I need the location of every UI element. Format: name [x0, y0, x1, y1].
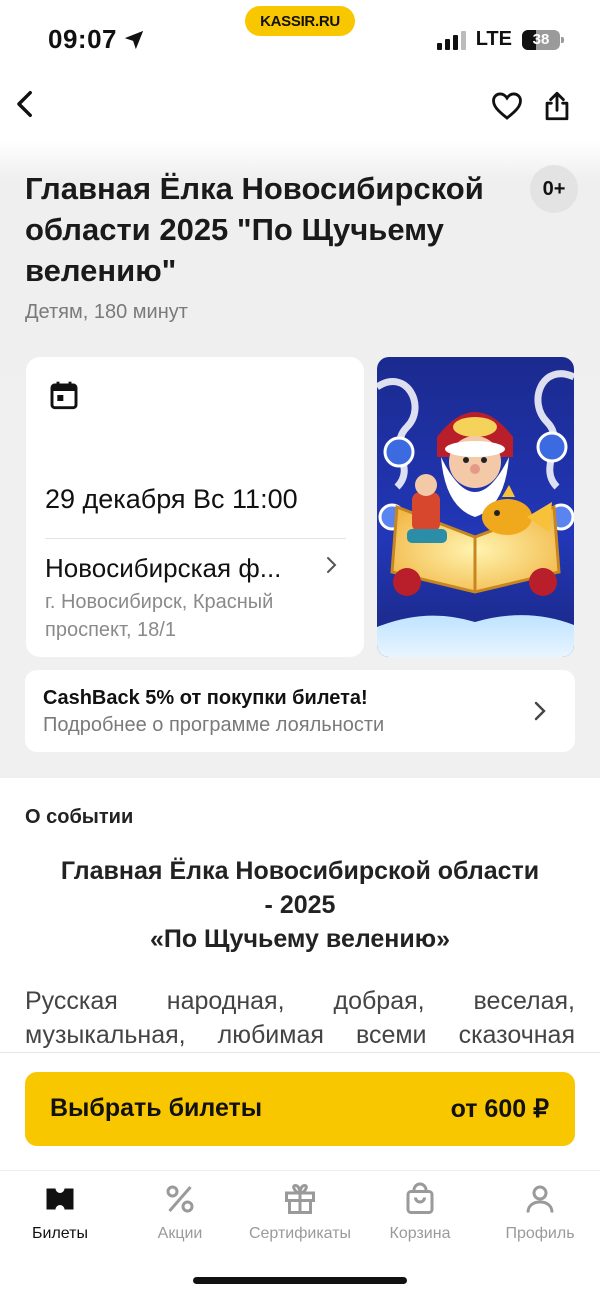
back-button[interactable] — [6, 84, 46, 124]
tab-certificates[interactable]: Сертификаты — [240, 1181, 360, 1243]
favorite-button[interactable] — [487, 86, 527, 126]
cta-label: Выбрать билеты — [50, 1094, 263, 1122]
event-date: 29 декабря Вс 11:00 — [45, 484, 298, 514]
chevron-right-icon — [534, 701, 546, 721]
share-icon — [545, 91, 569, 121]
bag-icon — [406, 1182, 434, 1214]
tab-promotions[interactable]: Акции — [120, 1181, 240, 1243]
choose-tickets-button[interactable]: Выбрать билеты от 600 ₽ — [25, 1072, 575, 1146]
tab-profile[interactable]: Профиль — [480, 1181, 600, 1243]
battery-icon: 38 — [522, 29, 564, 50]
profile-icon — [526, 1185, 554, 1213]
cashback-banner[interactable]: CashBack 5% от покупки билета! Подробнее… — [25, 670, 575, 752]
percent-icon — [166, 1185, 194, 1213]
brand-pill[interactable]: KASSIR.RU — [245, 6, 355, 36]
event-poster-image[interactable] — [377, 357, 574, 657]
ticket-icon — [46, 1188, 74, 1210]
share-button[interactable] — [537, 86, 577, 126]
location-arrow-icon — [124, 30, 144, 49]
venue-address: г. Новосибирск, Красный проспект, 18/1 — [45, 591, 274, 641]
divider — [45, 538, 346, 539]
section-title-about: О событии — [25, 806, 134, 828]
venue-link[interactable]: Новосибирская ф... — [45, 553, 315, 584]
nav-bar — [0, 80, 600, 134]
about-description: Русская народная, добрая, веселая, музык… — [25, 987, 575, 1049]
event-title: Главная Ёлка Новосибирской области 2025 … — [25, 171, 484, 288]
home-indicator[interactable] — [193, 1277, 407, 1284]
tab-cart[interactable]: Корзина — [360, 1181, 480, 1243]
cashback-title: CashBack 5% от покупки билета! — [43, 687, 368, 709]
poster-illustration — [377, 357, 574, 657]
cashback-subtitle: Подробнее о программе лояльности — [43, 714, 385, 736]
about-heading: Главная Ёлка Новосибирской области - 202… — [60, 857, 540, 953]
event-info-card: 29 декабря Вс 11:00 Новосибирская ф... г… — [26, 357, 364, 657]
tab-tickets[interactable]: Билеты — [0, 1181, 120, 1243]
event-header: Главная Ёлка Новосибирской области 2025 … — [25, 168, 530, 324]
age-rating-badge: 0+ — [530, 165, 578, 213]
cta-container: Выбрать билеты от 600 ₽ — [0, 1052, 600, 1170]
cta-price: от 600 ₽ — [450, 1095, 549, 1123]
event-subtitle: Детям, 180 минут — [25, 301, 188, 323]
chevron-right-icon[interactable] — [324, 555, 340, 575]
signal-icon — [436, 30, 466, 50]
chevron-left-icon — [17, 90, 32, 118]
network-type: LTE — [475, 28, 512, 50]
gift-icon — [285, 1183, 315, 1214]
status-bar: 09:07 KASSIR.RU LTE 38 — [0, 0, 600, 80]
status-time: 09:07 — [48, 24, 145, 55]
calendar-icon — [50, 381, 78, 410]
heart-icon — [492, 92, 522, 120]
